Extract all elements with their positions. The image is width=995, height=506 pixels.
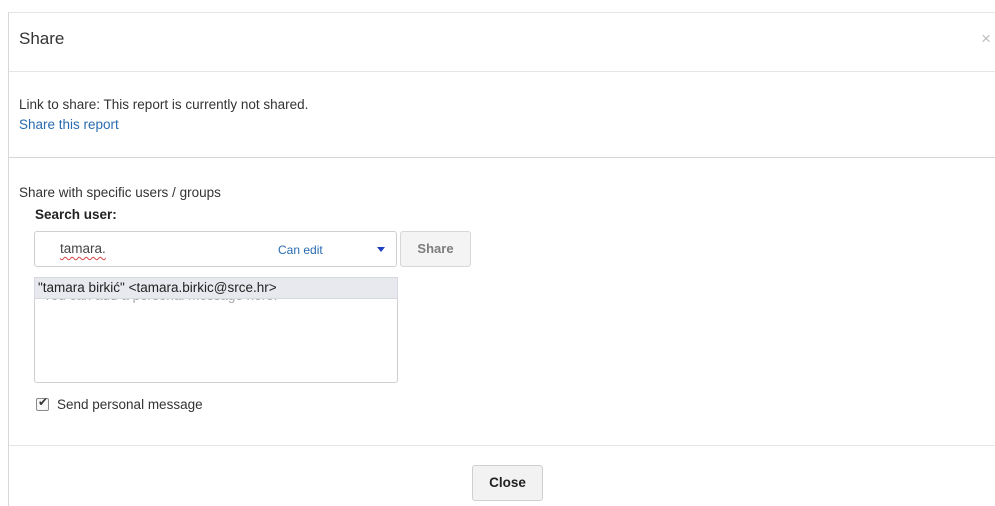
- share-dialog: Share × Link to share: This report is cu…: [8, 12, 995, 506]
- close-button[interactable]: Close: [472, 465, 543, 501]
- search-user-input[interactable]: tamara. Can edit: [34, 231, 397, 267]
- permission-select[interactable]: Can edit: [278, 243, 323, 257]
- dialog-title: Share: [19, 29, 65, 48]
- link-share-status: Link to share: This report is currently …: [19, 97, 309, 112]
- user-suggestion-item[interactable]: "tamara birkić" <tamara.birkic@srce.hr>: [34, 277, 398, 299]
- search-user-label: Search user:: [35, 207, 117, 222]
- link-share-section: Link to share: This report is currently …: [19, 95, 308, 135]
- chevron-down-icon[interactable]: [377, 247, 385, 252]
- send-message-label: Send personal message: [57, 397, 203, 412]
- send-message-checkbox[interactable]: ✔: [36, 394, 49, 411]
- share-button[interactable]: Share: [400, 231, 471, 267]
- share-users-title: Share with specific users / groups: [19, 185, 221, 200]
- close-icon[interactable]: ×: [981, 29, 991, 49]
- section-divider: [9, 157, 995, 158]
- checkmark-icon: ✔: [38, 394, 49, 409]
- share-this-report-link[interactable]: Share this report: [19, 117, 119, 132]
- footer-divider: [9, 445, 995, 446]
- dialog-header: Share ×: [9, 13, 995, 72]
- search-user-value[interactable]: tamara.: [60, 241, 106, 256]
- send-message-option[interactable]: ✔ Send personal message: [36, 394, 203, 412]
